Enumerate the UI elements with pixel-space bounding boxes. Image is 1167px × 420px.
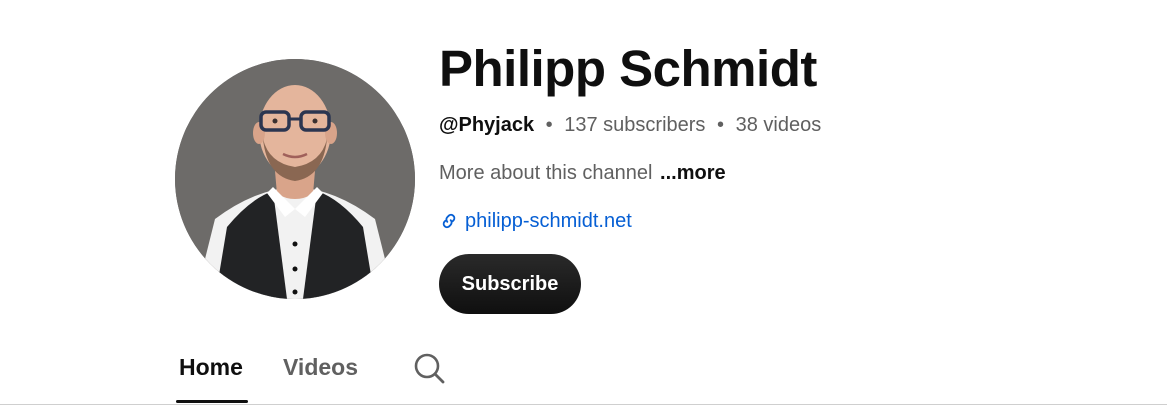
video-count: 38 videos: [735, 114, 822, 136]
more-link[interactable]: ...more: [660, 162, 726, 184]
channel-link-text: philipp-schmidt.net: [465, 210, 632, 232]
channel-meta: @Phyjack • 137 subscribers • 38 videos: [439, 113, 821, 137]
active-tab-indicator: [176, 400, 248, 403]
channel-name: Philipp Schmidt: [439, 40, 817, 97]
channel-description[interactable]: More about this channel ...more: [439, 161, 726, 185]
tab-home[interactable]: Home: [179, 352, 243, 382]
channel-header: Philipp Schmidt @Phyjack • 137 subscribe…: [0, 0, 1167, 420]
subscribe-button[interactable]: Subscribe: [439, 254, 581, 314]
channel-handle: @Phyjack: [439, 114, 535, 136]
channel-tabs: Home Videos: [0, 330, 1167, 405]
link-icon: [439, 211, 459, 231]
description-text: More about this channel: [439, 162, 653, 184]
channel-link[interactable]: philipp-schmidt.net: [439, 209, 632, 233]
search-icon[interactable]: [412, 351, 446, 385]
meta-separator: •: [545, 114, 553, 136]
meta-separator: •: [717, 114, 725, 136]
subscriber-count: 137 subscribers: [564, 114, 706, 136]
channel-avatar[interactable]: [175, 59, 415, 299]
avatar-portrait-image: [175, 59, 415, 299]
tab-videos[interactable]: Videos: [283, 352, 358, 382]
